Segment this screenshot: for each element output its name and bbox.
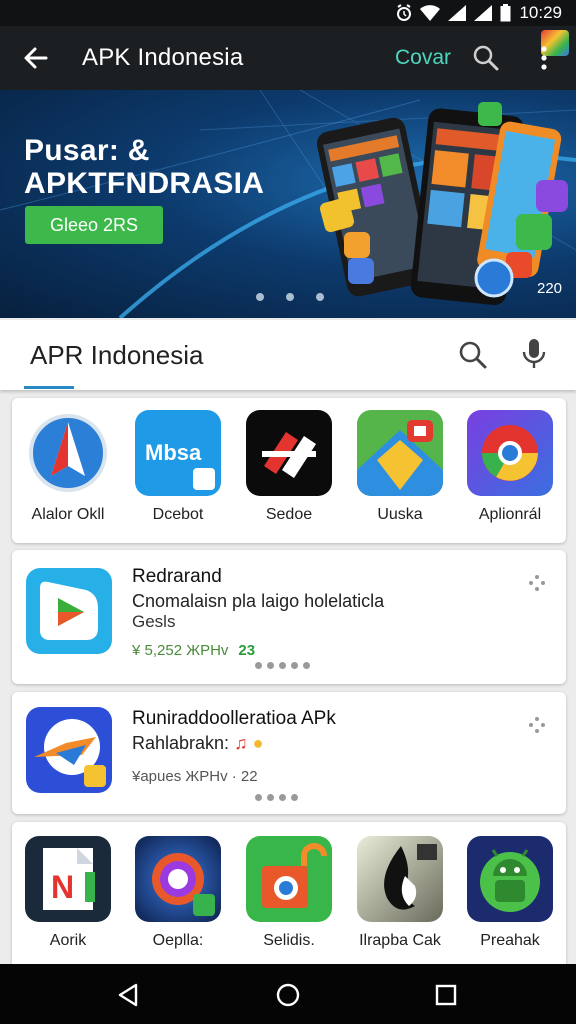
android-icon (467, 836, 553, 922)
maps-icon (357, 410, 443, 496)
grid-app-label: Alalor Okll (31, 506, 105, 523)
grid-app-item[interactable]: Sedoe (237, 410, 341, 524)
grid-app-label: Dcebot (152, 506, 204, 523)
pager-dot[interactable] (286, 293, 294, 301)
battery-icon (500, 4, 511, 22)
signal-icon (448, 5, 467, 21)
list-item-title: Runiraddoolleratioa APk (132, 708, 336, 729)
list-item-subtitle-text: Rahlabrakn: (132, 733, 230, 753)
grid-app-label: Aorik (49, 932, 87, 949)
list-item-meta: ¥ 5,252 ЖPHv 23 (132, 642, 255, 659)
alarm-icon (397, 4, 412, 21)
grid-app-item[interactable]: Uuska (348, 410, 452, 524)
grid-app-label: Sedoe (265, 506, 313, 523)
search-input[interactable]: APR Indonesia (30, 340, 203, 371)
grid-app-item[interactable]: Ilrapba Cak (348, 836, 452, 950)
banner-title-line2: APKTFNDRASIA (24, 167, 265, 200)
pager-dot[interactable] (316, 293, 324, 301)
award-icon: ● (252, 733, 264, 753)
cover-link[interactable]: Covar (395, 46, 451, 70)
banner-cta-button[interactable]: Gleeo 2RS (25, 206, 163, 244)
grid-app-label: Selidis. (263, 932, 315, 949)
banner-phones-illustration (0, 90, 576, 318)
grid-app-item[interactable]: Preahak (458, 836, 562, 950)
bottom-apps-card: N Aorik Oeplla: Selidis. Ilrapba Cak Pre… (12, 822, 566, 972)
grid-app-item[interactable]: Oeplla: (126, 836, 230, 950)
search-bar[interactable]: APR Indonesia (0, 320, 576, 390)
banner-title: Pusar: & APKTFNDRASIA (24, 134, 264, 200)
signal-icon-2 (474, 5, 493, 21)
status-bar: 10:29 (0, 0, 576, 26)
grid-app-label: Oeplla: (152, 932, 204, 949)
list-item-card[interactable]: Runiraddoolleratioa APk Rahlabrakn: ♫ ● … (12, 692, 566, 814)
banner-title-line1: Pusar: & (24, 134, 150, 167)
more-vert-icon[interactable] (539, 46, 549, 70)
list-item-price: ¥ 5,252 ЖPHv (132, 642, 229, 659)
top-apps-card: Alalor Okll Mbsa Dcebot Sedoe Uuska Apli… (12, 398, 566, 543)
banner-count: 220 (537, 280, 563, 297)
list-item-pager-dots (255, 662, 310, 669)
nav-back-icon[interactable] (116, 982, 142, 1008)
flame-icon (357, 836, 443, 922)
lock-chrome-icon (246, 836, 332, 922)
red-shapes-icon (246, 410, 332, 496)
grid-app-item[interactable]: Alalor Okll (16, 410, 120, 524)
compass-arrow-icon (25, 410, 111, 496)
mic-icon[interactable] (521, 338, 547, 370)
grid-app-item[interactable]: Aplionrál (458, 410, 562, 524)
list-item-subtitle-2: Gesls (132, 612, 176, 631)
pager-dot[interactable] (256, 293, 264, 301)
list-item-meta: ¥apues ЖPHv · 22 (132, 768, 258, 785)
list-item-card[interactable]: Redrarand Cnomalaisn pla laigo holelatic… (12, 550, 566, 684)
bird-app-icon (26, 707, 112, 793)
grid-app-item[interactable]: Selidis. (237, 836, 341, 950)
card-menu-icon[interactable] (528, 716, 546, 734)
app-bar: APK Indonesia Covar (0, 26, 576, 90)
grid-app-label: Ilrapba Cak (359, 932, 441, 949)
nav-recents-icon[interactable] (433, 982, 459, 1008)
banner-pager-dots[interactable] (256, 293, 324, 301)
svg-text:N: N (51, 869, 74, 905)
list-item-subtitle: Rahlabrakn: ♫ ● (132, 732, 263, 754)
grid-app-label: Preahak (480, 932, 540, 949)
music-note-icon: ♫ (234, 733, 248, 753)
status-icons: 10:29 (396, 3, 562, 23)
document-n-icon: N (25, 836, 111, 922)
app-title: APK Indonesia (82, 44, 244, 71)
list-item-subtitle: Cnomalaisn pla laigo holelaticla (132, 591, 385, 611)
search-active-indicator (24, 386, 74, 389)
promo-banner[interactable]: Pusar: & APKTFNDRASIA Gleeo 2RS 220 (0, 90, 576, 318)
system-nav-bar (0, 964, 576, 1024)
search-icon[interactable] (472, 44, 500, 72)
play-arrow-icon (26, 568, 112, 654)
list-item-pager-dots (255, 794, 298, 801)
search-icon[interactable] (458, 340, 488, 370)
list-item-title: Redrarand (132, 566, 222, 587)
grid-app-label: Uuska (377, 506, 423, 523)
grid-app-item[interactable]: N Aorik (16, 836, 120, 950)
status-time: 10:29 (519, 3, 562, 22)
grid-app-item[interactable]: Mbsa Dcebot (126, 410, 230, 524)
wifi-icon (420, 5, 441, 21)
card-menu-icon[interactable] (528, 574, 546, 592)
mbsa-icon: Mbsa (135, 410, 221, 496)
nav-home-icon[interactable] (275, 982, 301, 1008)
galaxy-chrome-icon (135, 836, 221, 922)
list-item-rating: 23 (238, 642, 256, 659)
back-arrow-icon[interactable] (20, 42, 52, 74)
grid-app-label: Aplionrál (478, 506, 542, 523)
chrome-icon (467, 410, 553, 496)
